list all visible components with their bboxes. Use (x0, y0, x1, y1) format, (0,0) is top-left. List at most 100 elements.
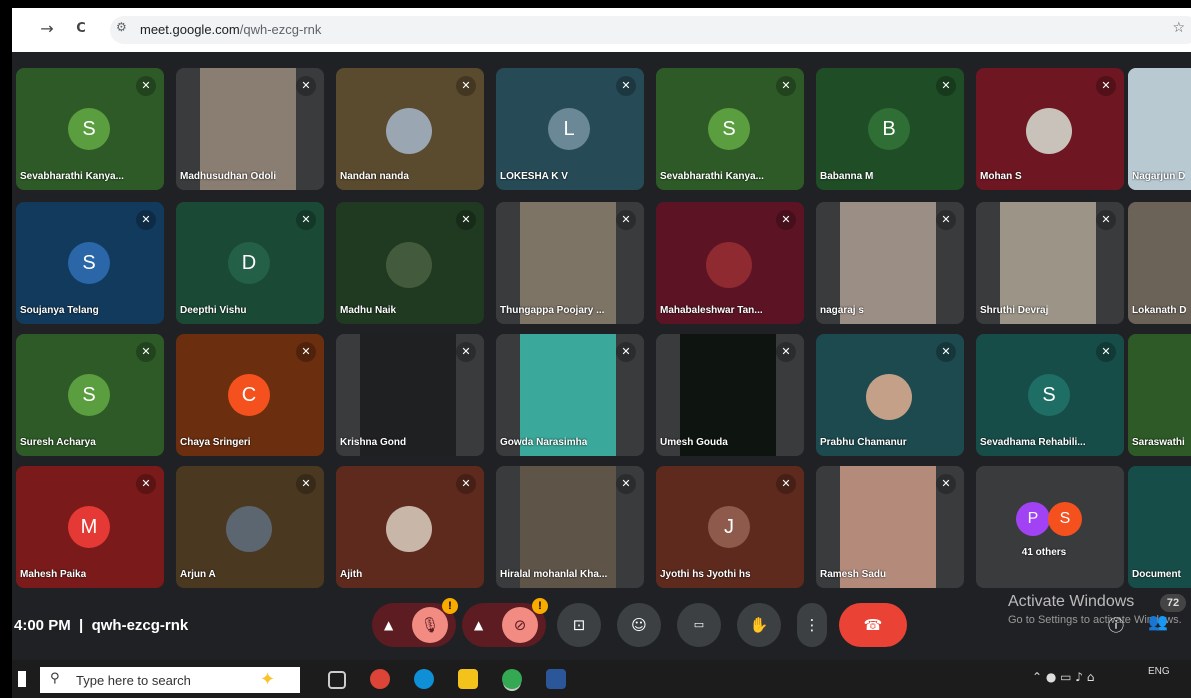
participant-tile[interactable]: ✕ Thungappa Poojary ... (496, 202, 644, 324)
windows-taskbar: ⚲ Type here to search ✦ ⌃ ● ▭ ♪ ⌂ ENG (12, 660, 1191, 698)
participant-tile[interactable]: ✕ Mahabaleshwar Tan... (656, 202, 804, 324)
word-icon[interactable] (546, 669, 566, 689)
file-explorer-icon[interactable] (458, 669, 478, 689)
taskbar-search-box[interactable]: ⚲ Type here to search ✦ (40, 667, 300, 693)
others-avatar-s: S (1048, 502, 1082, 536)
participant-name: Jyothi hs Jyothi hs (660, 569, 751, 580)
chevron-up-icon[interactable]: ▲ (474, 603, 483, 647)
participant-name: Prabhu Chamanur (820, 437, 907, 448)
more-options-icon[interactable]: ⋮ (797, 603, 827, 647)
participant-tile[interactable]: ✕ Nandan nanda (336, 68, 484, 190)
participant-name: Saraswathi (1132, 437, 1185, 448)
chrome-icon[interactable] (370, 669, 390, 689)
chevron-up-icon[interactable]: ▲ (384, 603, 393, 647)
task-view-icon[interactable] (328, 671, 346, 689)
participant-name: Document (1132, 569, 1181, 580)
participant-photo (386, 506, 432, 552)
camera-off-icon[interactable]: ⊘ (502, 607, 538, 643)
participant-name: Gowda Narasimha (500, 437, 588, 448)
participant-tile[interactable]: ✕ Madhu Naik (336, 202, 484, 324)
participant-tile[interactable]: ✕ Gowda Narasimha (496, 334, 644, 456)
info-icon[interactable]: ⓘ (1108, 612, 1124, 636)
leave-call-button[interactable]: ☎ (839, 603, 907, 647)
participant-tile[interactable]: ✕ Hiralal mohanlal Kha... (496, 466, 644, 588)
participant-name: Krishna Gond (340, 437, 407, 448)
participant-name: Nagarjun D (1132, 171, 1186, 182)
chrome-active-icon[interactable] (502, 669, 522, 689)
meeting-info: 4:00 PM | qwh-ezcg-rnk (14, 617, 189, 634)
participant-tile[interactable]: Nagarjun D (1128, 68, 1191, 190)
participant-tile[interactable]: S ✕ Soujanya Telang (16, 202, 164, 324)
participant-name: Mahabaleshwar Tan... (660, 305, 763, 316)
participant-tile[interactable]: D ✕ Deepthi Vishu (176, 202, 324, 324)
participant-tile[interactable]: ✕ Shruthi Devraj (976, 202, 1124, 324)
participant-tile[interactable]: S ✕ Sevabharathi Kanya... (656, 68, 804, 190)
raise-hand-icon[interactable]: ✋ (737, 603, 781, 647)
search-placeholder-text: Type here to search (76, 673, 191, 688)
participant-tile[interactable]: M ✕ Mahesh Paika (16, 466, 164, 588)
mic-muted-icon: ✕ (1096, 342, 1116, 362)
participant-tile[interactable]: P S 41 others (976, 466, 1124, 588)
activate-windows-watermark: Activate Windows (1008, 593, 1135, 610)
sparkle-icon: ✦ (260, 669, 276, 689)
mic-muted-icon: ✕ (936, 76, 956, 96)
participant-tile[interactable]: Lokanath D (1128, 202, 1191, 324)
participant-tile[interactable]: L ✕ LOKESHA K V (496, 68, 644, 190)
participant-name: Babanna M (820, 171, 874, 182)
windows-start-icon[interactable] (18, 671, 26, 687)
edge-icon[interactable] (414, 669, 434, 689)
emoji-icon[interactable]: ☺ (617, 603, 661, 647)
participant-tile[interactable]: ✕ Ramesh Sadu (816, 466, 964, 588)
language-indicator[interactable]: ENG (1148, 666, 1170, 677)
participant-avatar: B (868, 108, 910, 150)
participant-tile[interactable]: ✕ Madhusudhan Odoli (176, 68, 324, 190)
mic-muted-icon: ✕ (616, 474, 636, 494)
mic-muted-icon: ✕ (776, 76, 796, 96)
participant-tile[interactable]: ✕ Krishna Gond (336, 334, 484, 456)
present-screen-icon[interactable]: ⊡ (557, 603, 601, 647)
participant-tile[interactable]: B ✕ Babanna M (816, 68, 964, 190)
participant-name: Madhu Naik (340, 305, 397, 316)
search-icon: ⚲ (50, 671, 60, 686)
participant-avatar: S (68, 108, 110, 150)
mic-muted-icon: ✕ (616, 210, 636, 230)
mic-muted-icon: ✕ (136, 474, 156, 494)
participant-tile[interactable]: Saraswathi (1128, 334, 1191, 456)
participant-tile[interactable]: ✕ Arjun A (176, 466, 324, 588)
participant-tile[interactable]: ✕ Mohan S (976, 68, 1124, 190)
participant-avatar: L (548, 108, 590, 150)
system-tray-icons[interactable]: ⌃ ● ▭ ♪ ⌂ (1032, 670, 1094, 684)
participant-tile[interactable]: Document (1128, 466, 1191, 588)
participant-photo (386, 242, 432, 288)
participant-name: Arjun A (180, 569, 216, 580)
participant-name: nagaraj s (820, 305, 864, 316)
reload-icon[interactable]: C (72, 20, 90, 38)
participant-tile[interactable]: ✕ Ajith (336, 466, 484, 588)
participant-tile[interactable]: J ✕ Jyothi hs Jyothi hs (656, 466, 804, 588)
participant-tile[interactable]: S ✕ Sevabharathi Kanya... (16, 68, 164, 190)
mic-off-icon[interactable]: 🎙 (412, 607, 448, 643)
browser-toolbar: → C ⚙ meet.google.com/qwh-ezcg-rnk ☆ (12, 8, 1191, 52)
participant-name: 41 others (1021, 547, 1067, 558)
mic-muted-icon: ✕ (936, 474, 956, 494)
participant-avatar: S (68, 242, 110, 284)
forward-icon[interactable]: → (38, 20, 56, 38)
people-icon[interactable]: 👥 (1148, 612, 1168, 631)
participant-tile[interactable]: ✕ nagaraj s (816, 202, 964, 324)
participant-name: Deepthi Vishu (180, 305, 247, 316)
captions-icon[interactable]: ▭ (677, 603, 721, 647)
participant-avatar: S (1028, 374, 1070, 416)
participant-tile[interactable]: C ✕ Chaya Sringeri (176, 334, 324, 456)
participant-tile[interactable]: S ✕ Sevadhama Rehabili... (976, 334, 1124, 456)
mic-muted-icon: ✕ (616, 342, 636, 362)
mic-muted-icon: ✕ (456, 474, 476, 494)
bookmark-star-icon[interactable]: ☆ (1172, 20, 1185, 36)
participant-photo (226, 506, 272, 552)
participant-tile[interactable]: ✕ Umesh Gouda (656, 334, 804, 456)
site-info-icon[interactable]: ⚙ (116, 20, 127, 34)
mic-muted-icon: ✕ (776, 342, 796, 362)
participant-tile[interactable]: ✕ Prabhu Chamanur (816, 334, 964, 456)
participant-tile[interactable]: S ✕ Suresh Acharya (16, 334, 164, 456)
participant-avatar: M (68, 506, 110, 548)
mic-muted-icon: ✕ (296, 342, 316, 362)
